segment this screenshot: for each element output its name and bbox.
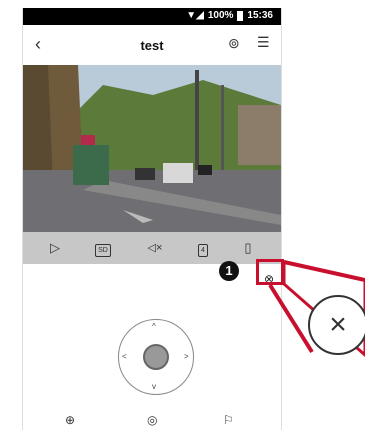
menu-list-icon[interactable]: ☰ <box>257 34 270 51</box>
quality-button[interactable]: SD <box>93 238 113 258</box>
battery-icon <box>237 10 244 21</box>
zoomed-close-icon: × <box>308 295 365 355</box>
app-bar: ‹ test ⊚ ☰ <box>23 25 281 65</box>
step-marker: 1 <box>219 261 239 281</box>
flag-icon[interactable]: ⚐ <box>223 413 234 427</box>
focus-icon[interactable]: ◎ <box>147 413 157 427</box>
split-icon: 4 <box>198 244 208 257</box>
battery-text: 100% <box>207 10 234 21</box>
mute-button[interactable]: ◁× <box>145 238 165 258</box>
rotate-phone-icon[interactable]: ▯ <box>239 238 257 258</box>
dpad-up-icon[interactable]: ^ <box>152 322 156 331</box>
street-scene-image <box>23 65 281 232</box>
zoom-icon[interactable]: ⊕ <box>65 413 75 427</box>
page-title: test <box>140 38 164 53</box>
dpad-left-icon[interactable]: < <box>122 352 127 361</box>
status-bar: ▼◢ 100% 15:36 <box>23 8 281 25</box>
live-video-view[interactable] <box>23 65 281 232</box>
phone-screen: ▼◢ 100% 15:36 ‹ test ⊚ ☰ ▷ SD ◁× 4 ▯ ⊗ ^… <box>22 8 282 430</box>
playback-toolbar: ▷ SD ◁× 4 ▯ <box>23 232 281 264</box>
dpad-down-icon[interactable]: v <box>152 382 156 391</box>
dpad-right-icon[interactable]: > <box>184 352 189 361</box>
time-text: 15:36 <box>247 10 273 21</box>
ptz-direction-pad[interactable]: ^ v < > <box>118 319 194 395</box>
camera-settings-icon[interactable]: ⊚ <box>228 35 240 52</box>
highlight-box <box>256 259 284 285</box>
dpad-center-knob[interactable] <box>143 344 169 370</box>
sd-badge: SD <box>95 244 111 257</box>
signal-icon: ▼◢ <box>186 10 204 21</box>
play-button[interactable]: ▷ <box>47 238 63 258</box>
split-view-button[interactable]: 4 <box>195 238 211 258</box>
